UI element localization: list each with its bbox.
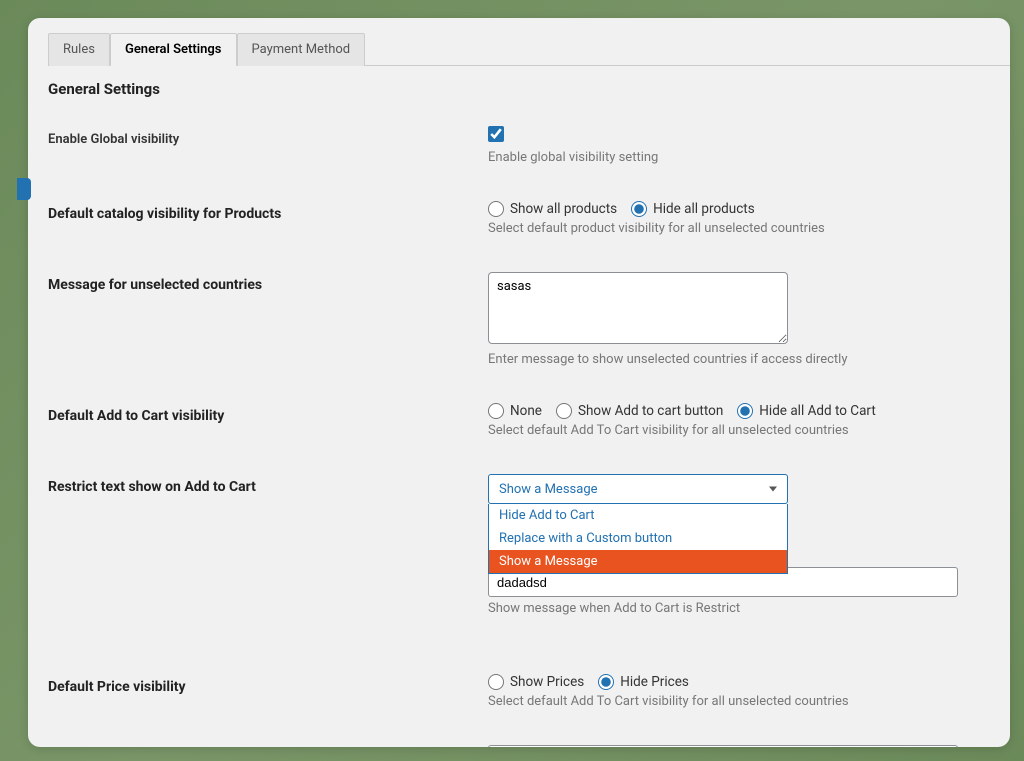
radio-cart-hide[interactable]: Hide all Add to Cart (737, 403, 875, 419)
radio-group-catalog: Show all products Hide all products (488, 201, 990, 217)
help-price-visibility: Select default Add To Cart visibility fo… (488, 694, 990, 709)
label-catalog-visibility: Default catalog visibility for Products (48, 206, 281, 222)
select-dropdown-restrict: Hide Add to Cart Replace with a Custom b… (488, 504, 788, 574)
tabs: Rules General Settings Payment Method (48, 32, 1010, 66)
row-restrict-text: Restrict text show on Add to Cart Show a… (28, 456, 1010, 634)
label-add-to-cart-visibility: Default Add to Cart visibility (48, 408, 224, 424)
option-show-message[interactable]: Show a Message (489, 550, 787, 573)
help-catalog-visibility: Select default product visibility for al… (488, 221, 990, 236)
radio-input-show-all[interactable] (488, 201, 504, 217)
radio-cart-none[interactable]: None (488, 403, 542, 419)
label-enable-global: Enable Global visibility (48, 132, 179, 147)
help-restrict-text: Show message when Add to Cart is Restric… (488, 601, 990, 616)
textarea-message-unselected[interactable] (488, 272, 788, 344)
help-add-to-cart-visibility: Select default Add To Cart visibility fo… (488, 423, 990, 438)
radio-input-hide-prices[interactable] (598, 674, 614, 690)
help-message-unselected: Enter message to show unselected countri… (488, 352, 990, 367)
content-area: Rules General Settings Payment Method Ge… (28, 18, 1010, 747)
radio-hide-prices[interactable]: Hide Prices (598, 674, 689, 690)
row-catalog-visibility: Default catalog visibility for Products … (28, 183, 1010, 254)
settings-window: Rules General Settings Payment Method Ge… (28, 18, 1010, 747)
row-price-visibility: Default Price visibility Show Prices Hid… (28, 634, 1010, 727)
row-message-unselected: Message for unselected countries Enter m… (28, 254, 1010, 385)
help-enable-global: Enable global visibility setting (488, 150, 990, 165)
row-add-text-price-hide: Add Text When price are Hide (28, 727, 1010, 747)
radio-cart-show[interactable]: Show Add to cart button (556, 403, 723, 419)
row-add-to-cart-visibility: Default Add to Cart visibility None Show… (28, 385, 1010, 456)
tab-general-settings[interactable]: General Settings (110, 33, 237, 66)
radio-input-show-prices[interactable] (488, 674, 504, 690)
radio-label-show-prices: Show Prices (510, 674, 584, 690)
radio-show-prices[interactable]: Show Prices (488, 674, 584, 690)
radio-label-hide-all: Hide all products (653, 201, 755, 217)
radio-label-cart-show: Show Add to cart button (578, 403, 723, 419)
radio-input-cart-show[interactable] (556, 403, 572, 419)
tabs-wrapper: Rules General Settings Payment Method (28, 18, 1010, 66)
radio-input-cart-none[interactable] (488, 403, 504, 419)
radio-label-hide-prices: Hide Prices (620, 674, 689, 690)
radio-label-show-all: Show all products (510, 201, 617, 217)
select-restrict-text[interactable]: Show a Message Hide Add to Cart Replace … (488, 474, 788, 504)
section-title: General Settings (28, 66, 1010, 108)
option-hide-add-to-cart[interactable]: Hide Add to Cart (489, 504, 787, 527)
label-message-unselected: Message for unselected countries (48, 277, 262, 293)
radio-hide-all-products[interactable]: Hide all products (631, 201, 755, 217)
side-handle[interactable] (17, 178, 31, 200)
select-display-restrict[interactable]: Show a Message (488, 474, 788, 504)
option-replace-custom-button[interactable]: Replace with a Custom button (489, 527, 787, 550)
input-add-text-price-hide[interactable] (488, 745, 958, 747)
radio-show-all-products[interactable]: Show all products (488, 201, 617, 217)
radio-group-add-to-cart: None Show Add to cart button Hide all Ad… (488, 403, 990, 419)
label-price-visibility: Default Price visibility (48, 679, 186, 695)
radio-label-cart-none: None (510, 403, 542, 419)
radio-input-hide-all[interactable] (631, 201, 647, 217)
radio-input-cart-hide[interactable] (737, 403, 753, 419)
checkbox-enable-global[interactable] (488, 126, 504, 142)
radio-group-price: Show Prices Hide Prices (488, 674, 990, 690)
tab-rules[interactable]: Rules (48, 33, 110, 66)
radio-label-cart-hide: Hide all Add to Cart (759, 403, 875, 419)
label-restrict-text: Restrict text show on Add to Cart (48, 479, 256, 495)
tab-payment-method[interactable]: Payment Method (237, 33, 366, 66)
row-enable-global: Enable Global visibility Enable global v… (28, 108, 1010, 183)
